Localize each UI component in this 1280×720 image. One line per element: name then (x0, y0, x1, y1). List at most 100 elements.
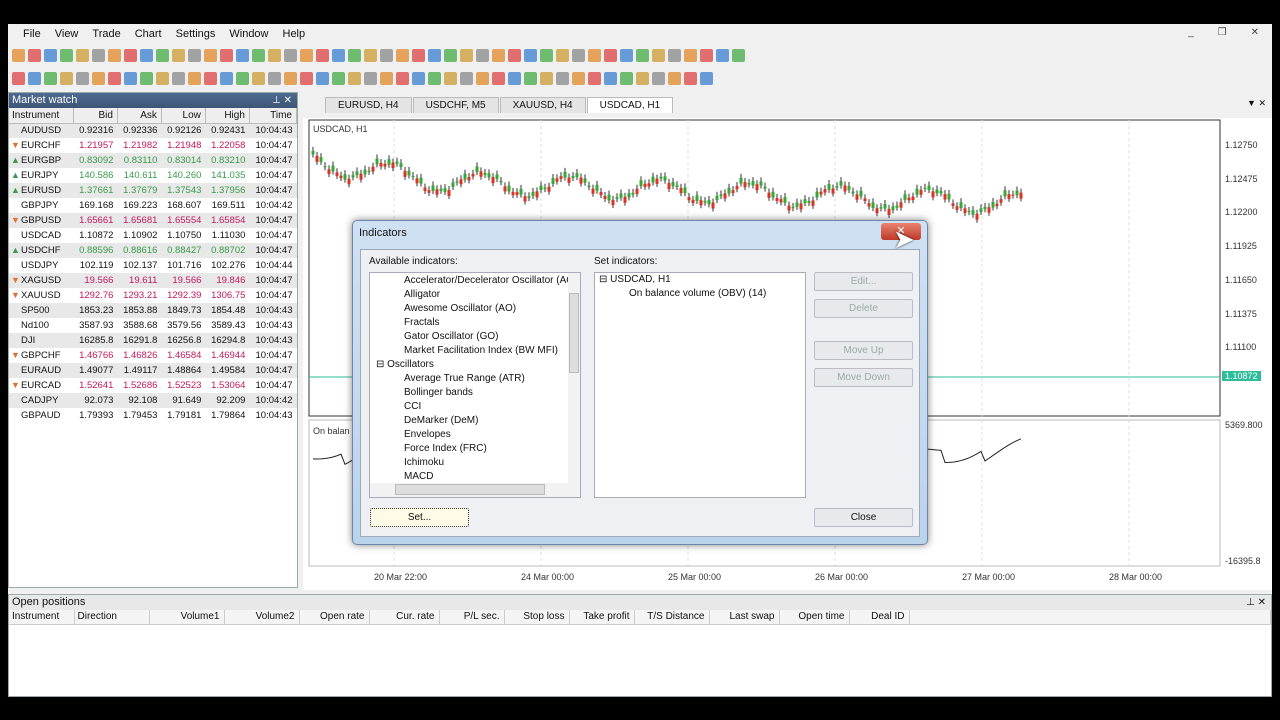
indicator-item[interactable]: Average True Range (ATR) (370, 372, 580, 386)
toolbar-button-icon[interactable] (364, 48, 377, 62)
toolbar-button-icon[interactable] (12, 48, 25, 62)
indicator-item[interactable]: Envelopes (370, 428, 580, 442)
delete-button[interactable]: Delete (814, 299, 913, 318)
toolbar-button-icon[interactable] (268, 71, 281, 85)
toolbar-button-icon[interactable] (380, 71, 393, 85)
market-row[interactable]: ▼EURCAD 1.52641 1.52686 1.52523 1.53064 10:04… (9, 378, 297, 393)
toolbar-button-icon[interactable] (684, 48, 697, 62)
toolbar-button-icon[interactable] (492, 48, 505, 62)
toolbar-button-icon[interactable] (332, 48, 345, 62)
toolbar-button-icon[interactable] (60, 48, 73, 62)
indicator-item[interactable]: Alligator (370, 288, 580, 302)
toolbar-button-icon[interactable] (188, 71, 201, 85)
column-header[interactable]: Direction (74, 610, 150, 625)
column-header[interactable]: P/L sec. (439, 610, 505, 625)
toolbar-button-icon[interactable] (60, 71, 73, 85)
pin-close-icons[interactable]: ⊥ ✕ (1246, 595, 1266, 610)
toolbar-button-icon[interactable] (412, 71, 425, 85)
toolbar-button-icon[interactable] (252, 48, 265, 62)
toolbar-button-icon[interactable] (172, 48, 185, 62)
toolbar-button-icon[interactable] (588, 71, 601, 85)
indicator-item[interactable]: Ichimoku (370, 456, 580, 470)
close-button[interactable]: Close (814, 508, 913, 527)
indicator-item[interactable]: CCI (370, 400, 580, 414)
tree-root[interactable]: ⊟ USDCAD, H1 (595, 273, 805, 287)
chart-tab[interactable]: EURUSD, H4 (325, 97, 412, 113)
restore-icon[interactable]: ❐ (1211, 27, 1234, 38)
toolbar-button-icon[interactable] (92, 48, 105, 62)
toolbar-button-icon[interactable] (252, 71, 265, 85)
tree-item-obv[interactable]: On balance volume (OBV) (14) (595, 287, 805, 301)
menu-window[interactable]: Window (222, 28, 275, 40)
market-row[interactable]: ▼EURCHF 1.21957 1.21982 1.21948 1.22058 10:04… (9, 138, 297, 153)
toolbar-button-icon[interactable] (684, 71, 697, 85)
market-row[interactable]: USDJPY 102.119 102.137 101.716 102.276 10:04:… (9, 258, 297, 273)
move-down-button[interactable]: Move Down (814, 368, 913, 387)
column-header[interactable]: High (205, 108, 250, 124)
toolbar-button-icon[interactable] (572, 48, 585, 62)
indicator-item[interactable]: DeMarker (DeM) (370, 414, 580, 428)
toolbar-button-icon[interactable] (92, 71, 105, 85)
toolbar-button-icon[interactable] (236, 71, 249, 85)
toolbar-button-icon[interactable] (284, 48, 297, 62)
market-row[interactable]: DJI 16285.8 16291.8 16256.8 16294.8 10:04:43 (9, 333, 297, 348)
market-row[interactable]: Nd100 3587.93 3588.68 3579.56 3589.43 10:04:4… (9, 318, 297, 333)
column-header[interactable]: Deal ID (849, 610, 910, 625)
column-header[interactable]: Instrument (9, 610, 75, 625)
column-header[interactable]: Time (249, 108, 298, 124)
column-header[interactable]: Take profit (569, 610, 635, 625)
toolbar-button-icon[interactable] (332, 71, 345, 85)
chart-tab[interactable]: XAUUSD, H4 (499, 97, 586, 113)
toolbar-button-icon[interactable] (348, 48, 361, 62)
toolbar-button-icon[interactable] (300, 71, 313, 85)
toolbar-button-icon[interactable] (188, 48, 201, 62)
menu-help[interactable]: Help (276, 28, 313, 40)
toolbar-button-icon[interactable] (396, 48, 409, 62)
toolbar-button-icon[interactable] (620, 71, 633, 85)
toolbar-button-icon[interactable] (700, 71, 713, 85)
market-row[interactable]: ▼GBPCHF 1.46766 1.46826 1.46584 1.46944 10:04… (9, 348, 297, 363)
toolbar-button-icon[interactable] (700, 48, 713, 62)
toolbar-button-icon[interactable] (156, 48, 169, 62)
toolbar-button-icon[interactable] (124, 48, 137, 62)
toolbar-button-icon[interactable] (44, 71, 57, 85)
toolbar-button-icon[interactable] (572, 71, 585, 85)
toolbar-button-icon[interactable] (444, 71, 457, 85)
toolbar-button-icon[interactable] (348, 71, 361, 85)
toolbar-button-icon[interactable] (732, 48, 745, 62)
chart-tab[interactable]: USDCHF, M5 (412, 97, 499, 113)
move-up-button[interactable]: Move Up (814, 341, 913, 360)
toolbar-button-icon[interactable] (236, 48, 249, 62)
edit-button[interactable]: Edit... (814, 272, 913, 291)
toolbar-button-icon[interactable] (76, 71, 89, 85)
toolbar-button-icon[interactable] (668, 48, 681, 62)
toolbar-button-icon[interactable] (460, 71, 473, 85)
market-row[interactable]: EURAUD 1.49077 1.49117 1.48864 1.49584 10:04:… (9, 363, 297, 378)
column-header[interactable]: Instrument (9, 108, 74, 124)
toolbar-button-icon[interactable] (140, 48, 153, 62)
market-row[interactable]: USDCAD 1.10872 1.10902 1.10750 1.11030 10:04:… (9, 228, 297, 243)
indicator-item[interactable]: Market Facilitation Index (BW MFI) (370, 344, 580, 358)
pin-close-icons[interactable]: ⊥ ✕ (272, 93, 292, 108)
toolbar-button-icon[interactable] (316, 48, 329, 62)
toolbar-button-icon[interactable] (508, 48, 521, 62)
toolbar-button-icon[interactable] (156, 71, 169, 85)
toolbar-button-icon[interactable] (412, 48, 425, 62)
toolbar-button-icon[interactable] (220, 71, 233, 85)
market-row[interactable]: ▼XAUUSD 1292.76 1293.21 1292.39 1306.75 10:04… (9, 288, 297, 303)
toolbar-button-icon[interactable] (444, 48, 457, 62)
chart-tab[interactable]: USDCAD, H1 (586, 97, 674, 113)
toolbar-button-icon[interactable] (28, 48, 41, 62)
menu-view[interactable]: View (48, 28, 86, 40)
market-row[interactable]: ▲EURUSD 1.37661 1.37679 1.37543 1.37956 10:04… (9, 183, 297, 198)
toolbar-button-icon[interactable] (668, 71, 681, 85)
toolbar-button-icon[interactable] (172, 71, 185, 85)
toolbar-button-icon[interactable] (76, 48, 89, 62)
market-row[interactable]: GBPAUD 1.79393 1.79453 1.79181 1.79864 10:04:… (9, 408, 297, 423)
toolbar-button-icon[interactable] (316, 71, 329, 85)
market-row[interactable]: AUDUSD 0.92316 0.92336 0.92126 0.92431 10:04:… (9, 123, 297, 138)
indicator-item[interactable]: Accelerator/Decelerator Oscillator (AC (370, 274, 580, 288)
column-header[interactable]: Ask (117, 108, 162, 124)
column-header[interactable]: Bid (73, 108, 118, 124)
indicator-item[interactable]: Fractals (370, 316, 580, 330)
